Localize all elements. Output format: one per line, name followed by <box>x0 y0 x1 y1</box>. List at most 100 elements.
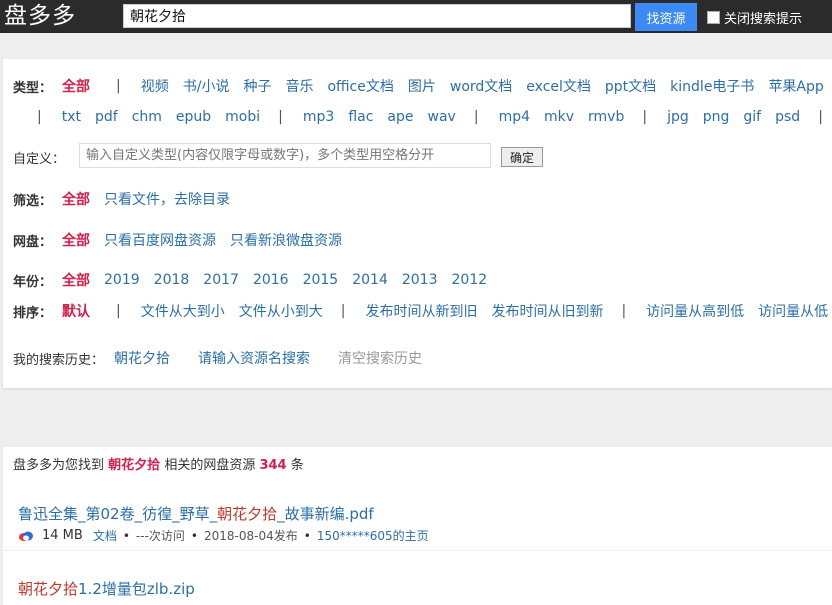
summary-keyword: 朝花夕拾 <box>108 458 161 473</box>
type-rmvb[interactable]: rmvb <box>588 109 624 125</box>
summary-mid: 相关的网盘资源 <box>164 458 256 473</box>
result-title[interactable]: 朝花夕拾1.2增量包zlb.zip <box>18 578 195 599</box>
type-ppt[interactable]: ppt文档 <box>605 76 656 96</box>
separator: | <box>116 78 121 94</box>
custom-type-input[interactable] <box>79 143 491 168</box>
sort-default[interactable]: 默认 <box>62 301 90 321</box>
sort-date-desc[interactable]: 发布时间从新到旧 <box>365 301 477 321</box>
history-clear[interactable]: 清空搜索历史 <box>338 348 422 368</box>
type-excel[interactable]: excel文档 <box>526 76 591 96</box>
type-torrent[interactable]: 种子 <box>243 76 271 96</box>
sort-visits-desc[interactable]: 访问量从高到低 <box>646 301 744 321</box>
type-mp3[interactable]: mp3 <box>303 109 334 125</box>
screen-row: 筛选： 全部 只看文件，去除目录 <box>13 189 244 209</box>
type-png[interactable]: png <box>703 109 730 125</box>
result-title-pre: 鲁迅全集_第02卷_彷徨_野草_ <box>18 505 218 523</box>
top-bar: 盘多多 找资源 关闭搜索提示 <box>0 0 832 33</box>
type-mp4[interactable]: mp4 <box>499 109 530 125</box>
type-mkv[interactable]: mkv <box>544 109 574 125</box>
summary-suffix: 条 <box>290 458 304 473</box>
search-button[interactable]: 找资源 <box>635 3 697 31</box>
site-logo[interactable]: 盘多多 <box>4 1 76 31</box>
year-row: 年份： 全部 2019 2018 2017 2016 2015 2014 201… <box>13 270 501 290</box>
type-wav[interactable]: wav <box>428 109 456 125</box>
year-2016[interactable]: 2016 <box>253 272 289 288</box>
disk-sina[interactable]: 只看新浪微盘资源 <box>230 230 342 250</box>
type-gif[interactable]: gif <box>743 109 761 125</box>
filter-panel: 类型： 全部 | 视频 书/小说 种子 音乐 office文档 图片 word文… <box>3 59 832 388</box>
year-all[interactable]: 全部 <box>62 270 90 290</box>
separator: | <box>621 303 627 319</box>
type-txt[interactable]: txt <box>62 109 81 125</box>
sort-size-asc[interactable]: 文件从小到大 <box>239 301 323 321</box>
disk-row: 网盘： 全部 只看百度网盘资源 只看新浪微盘资源 <box>13 230 356 250</box>
custom-ok-button[interactable]: 确定 <box>501 147 543 167</box>
sort-date-asc[interactable]: 发布时间从旧到新 <box>491 301 603 321</box>
type-mobi[interactable]: mobi <box>225 109 260 125</box>
summary-prefix: 盘多多为您找到 <box>13 458 105 473</box>
type-image[interactable]: 图片 <box>408 76 436 96</box>
year-2014[interactable]: 2014 <box>352 272 388 288</box>
type-video[interactable]: 视频 <box>141 76 169 96</box>
separator: | <box>37 109 42 125</box>
year-2017[interactable]: 2017 <box>203 272 239 288</box>
separator: | <box>818 109 823 125</box>
sort-visits-asc[interactable]: 访问量从低 <box>758 301 828 321</box>
type-book[interactable]: 书/小说 <box>183 76 230 96</box>
baidu-cloud-icon <box>19 531 33 541</box>
disk-baidu[interactable]: 只看百度网盘资源 <box>104 230 216 250</box>
separator: | <box>473 109 479 125</box>
type-chm[interactable]: chm <box>132 109 162 125</box>
history-label: 我的搜索历史： <box>13 352 105 368</box>
year-2013[interactable]: 2013 <box>402 272 438 288</box>
result-divider <box>3 550 832 551</box>
year-2015[interactable]: 2015 <box>303 272 339 288</box>
search-input[interactable] <box>123 4 631 28</box>
result-title[interactable]: 鲁迅全集_第02卷_彷徨_野草_朝花夕拾_故事新编.pdf <box>18 503 374 524</box>
result-date: 2018-08-04发布 <box>203 529 298 543</box>
separator: | <box>340 303 346 319</box>
result-size: 14 MB <box>42 528 83 543</box>
sort-row: 排序： 默认 | 文件从大到小 文件从小到大 | 发布时间从新到旧 发布时间从旧… <box>13 301 832 321</box>
sort-size-desc[interactable]: 文件从大到小 <box>141 301 225 321</box>
type-jpg[interactable]: jpg <box>667 109 689 125</box>
type-office[interactable]: office文档 <box>327 76 393 96</box>
history-row: 我的搜索历史： 朝花夕拾 请输入资源名搜索 清空搜索历史 <box>13 348 422 368</box>
history-item[interactable]: 请输入资源名搜索 <box>198 348 310 368</box>
screen-all[interactable]: 全部 <box>62 189 90 209</box>
type-kindle[interactable]: kindle电子书 <box>670 76 754 96</box>
separator: | <box>278 109 283 125</box>
screen-files-only[interactable]: 只看文件，去除目录 <box>104 189 230 209</box>
screen-label: 筛选： <box>13 193 53 209</box>
separator: | <box>116 303 121 319</box>
result-owner-link[interactable]: 150*****605的主页 <box>317 527 429 544</box>
type-psd[interactable]: psd <box>775 109 800 125</box>
result-kind[interactable]: 文档 <box>93 527 117 544</box>
type-flac[interactable]: flac <box>348 109 373 125</box>
type-pdf[interactable]: pdf <box>95 109 118 125</box>
year-2012[interactable]: 2012 <box>452 272 488 288</box>
type-music[interactable]: 音乐 <box>285 76 313 96</box>
type-word[interactable]: word文档 <box>450 76 512 96</box>
type-epub[interactable]: epub <box>176 109 211 125</box>
result-title-post: _故事新编.pdf <box>277 505 374 523</box>
type-label: 类型： <box>13 80 53 96</box>
history-item[interactable]: 朝花夕拾 <box>114 348 170 368</box>
type-ape[interactable]: ape <box>387 109 413 125</box>
result-title-keyword: 朝花夕拾 <box>217 505 278 523</box>
meta-dot: • <box>190 528 198 543</box>
suggest-toggle[interactable]: 关闭搜索提示 <box>707 8 802 27</box>
disk-all[interactable]: 全部 <box>62 230 90 250</box>
results-panel: 盘多多为您找到 朝花夕拾 相关的网盘资源 344 条 鲁迅全集_第02卷_彷徨_… <box>3 447 832 605</box>
type-all[interactable]: 全部 <box>62 76 90 96</box>
suggest-toggle-label: 关闭搜索提示 <box>724 12 803 27</box>
year-2019[interactable]: 2019 <box>104 272 140 288</box>
type-app[interactable]: 苹果App <box>768 76 823 96</box>
suggest-checkbox[interactable] <box>707 11 720 24</box>
custom-label: 自定义： <box>13 151 66 167</box>
result-visits: ---次访问 <box>135 529 185 543</box>
year-2018[interactable]: 2018 <box>154 272 190 288</box>
sort-label: 排序： <box>13 305 53 321</box>
year-label: 年份： <box>13 274 53 290</box>
separator: | <box>642 109 648 125</box>
